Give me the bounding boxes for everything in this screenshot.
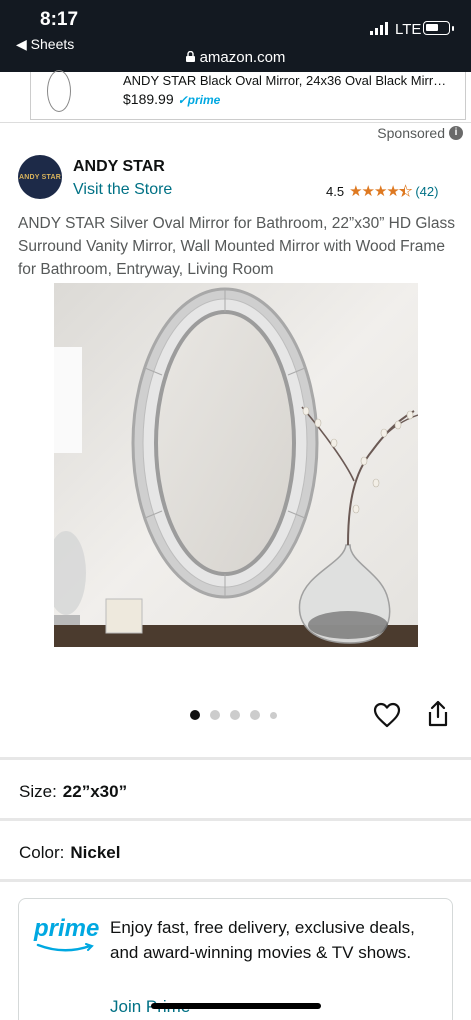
brand-logo[interactable]: ANDY STAR: [18, 155, 62, 199]
carousel-dot[interactable]: [270, 711, 277, 719]
carousel-dots[interactable]: [190, 710, 277, 720]
carousel-dot[interactable]: [190, 710, 200, 720]
sponsored-label[interactable]: Sponsored i: [377, 125, 463, 141]
url-text: amazon.com: [199, 49, 286, 66]
brand-name: ANDY STAR: [73, 158, 165, 175]
divider: [0, 879, 471, 882]
price-value: $189.99: [123, 91, 174, 107]
status-bar: 8:17 ◀ Sheets LTE amazon.com: [0, 0, 471, 78]
sticky-product-price: $189.99 ✓prime: [123, 91, 220, 107]
color-label: Color:: [19, 843, 65, 862]
carousel-dot[interactable]: [210, 710, 220, 720]
prime-description: Enjoy fast, free delivery, exclusive dea…: [110, 918, 415, 962]
prime-logo: prime: [34, 915, 99, 952]
carousel-dot[interactable]: [250, 710, 260, 720]
size-selector[interactable]: Size: 22”x30”: [19, 782, 127, 802]
color-value: Nickel: [70, 843, 121, 862]
product-title: ANDY STAR Silver Oval Mirror for Bathroo…: [18, 215, 455, 278]
rating-summary[interactable]: 4.5 ★★★★★ (42): [326, 182, 438, 201]
star-rating-icon: ★★★★★: [349, 183, 413, 201]
lock-icon: [185, 51, 195, 62]
visit-store-link[interactable]: Visit the Store: [73, 181, 172, 199]
size-value: 22”x30”: [62, 782, 128, 801]
sticky-product-card[interactable]: ANDY STAR Black Oval Mirror, 24x36 Oval …: [0, 70, 471, 123]
heart-icon[interactable]: [373, 702, 401, 728]
prime-promo: prime Enjoy fast, free delivery, exclusi…: [18, 898, 453, 1020]
size-label: Size:: [19, 782, 57, 801]
rating-count[interactable]: (42): [415, 184, 438, 199]
share-icon[interactable]: [426, 700, 450, 728]
mirror-photo: [54, 283, 418, 647]
clock: 8:17: [40, 9, 79, 30]
rating-value: 4.5: [326, 183, 345, 199]
prime-badge: ✓prime: [177, 93, 221, 107]
address-bar[interactable]: amazon.com: [0, 49, 471, 66]
prime-smile-icon: [36, 943, 94, 952]
info-icon[interactable]: i: [449, 126, 463, 140]
battery-icon: [423, 21, 450, 35]
product-thumbnail[interactable]: [47, 70, 71, 112]
divider: [0, 818, 471, 821]
product-image[interactable]: [54, 283, 418, 647]
divider: [0, 757, 471, 760]
home-indicator[interactable]: [151, 1003, 321, 1009]
network-type: LTE: [395, 21, 422, 38]
color-selector[interactable]: Color: Nickel: [19, 843, 120, 863]
sticky-product-title[interactable]: ANDY STAR Black Oval Mirror, 24x36 Oval …: [123, 73, 463, 88]
carousel-dot[interactable]: [230, 710, 240, 720]
signal-icon: [370, 22, 388, 35]
